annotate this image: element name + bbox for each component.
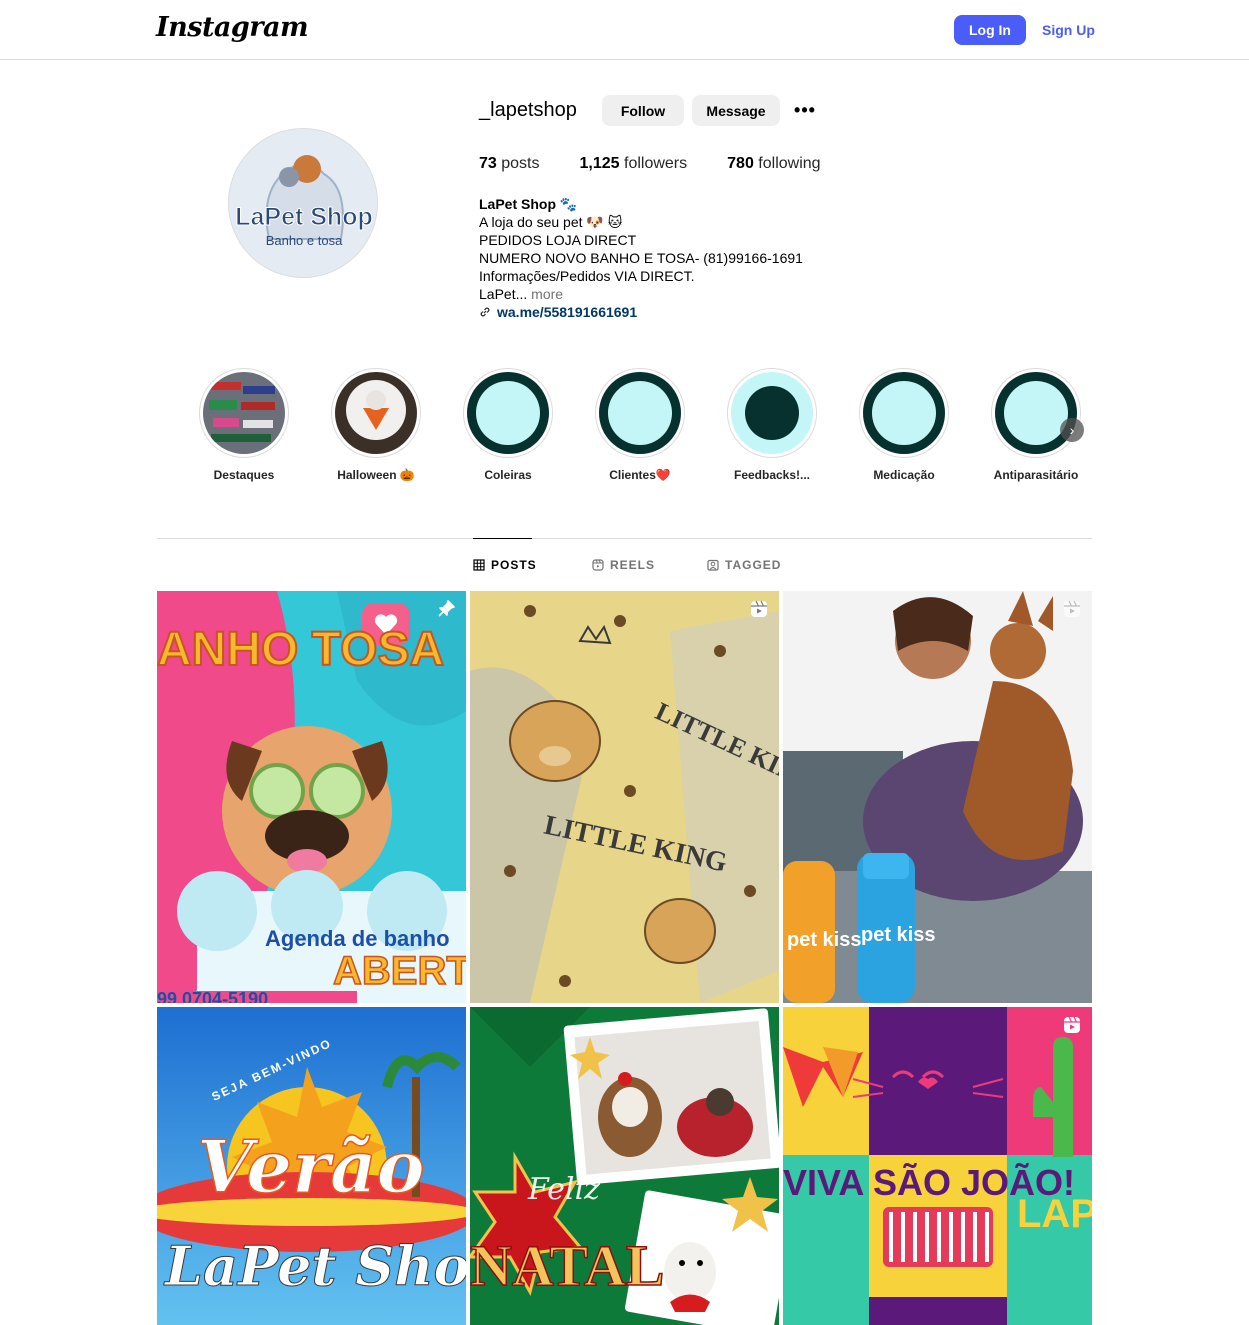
post-sub-text: ABERT (333, 949, 466, 993)
bio-line: PEDIDOS LOJA DIRECT (479, 232, 637, 248)
highlight-ring (991, 368, 1081, 458)
avatar-brand-text: LaPet Shop (235, 203, 373, 231)
tab-tagged[interactable]: TAGGED (707, 558, 781, 572)
highlight-cover (335, 372, 417, 454)
tab-tagged-label: TAGGED (725, 558, 782, 572)
bio-line: Informações/Pedidos VIA DIRECT. (479, 268, 695, 284)
post-tile-sao-joao[interactable]: VIVA SÃO JOÃO! LAPET SHOP (783, 1007, 1092, 1325)
bio-line: A loja do seu pet 🐶 🐱 (479, 214, 623, 230)
post-feliz-text: Feliz (527, 1172, 600, 1207)
highlight-cover (599, 372, 681, 454)
grid-icon (473, 559, 485, 571)
chevron-right-icon[interactable]: › (1060, 418, 1084, 442)
highlight-label: Coleiras (484, 468, 532, 482)
post-brand-text: pet kiss (787, 929, 861, 951)
following-label: following (758, 155, 821, 172)
followers-label: followers (624, 155, 688, 172)
bio-more-button[interactable]: more (531, 286, 563, 302)
profile-username: _lapetshop (479, 99, 577, 121)
followers-count: 1,125 (579, 155, 620, 172)
highlight-feedbacks[interactable]: Feedbacks!... (724, 368, 820, 482)
highlight-destaques[interactable]: Destaques (196, 368, 292, 482)
following-count: 780 (727, 155, 754, 172)
highlight-label: Feedbacks!... (733, 468, 811, 482)
highlight-ring (331, 368, 421, 458)
posts-count: 73 (479, 155, 497, 172)
tab-posts[interactable]: POSTS (473, 558, 537, 572)
highlight-cover (467, 372, 549, 454)
story-highlights: Destaques Halloween 🎃 Coleiras Clientes❤… (196, 368, 1096, 488)
highlight-halloween[interactable]: Halloween 🎃 (328, 368, 424, 482)
highlight-coleiras[interactable]: Coleiras (460, 368, 556, 482)
post-tile-little-king[interactable]: LITTLE KING LITTLE KING (470, 591, 779, 1003)
post-caption-text: Agenda de banho (265, 926, 450, 951)
link-icon (480, 307, 490, 317)
bio-link[interactable]: wa.me/558191661691 (479, 303, 803, 321)
signup-button[interactable]: Sign Up (1036, 15, 1101, 45)
reel-icon (1064, 1016, 1080, 1033)
highlight-ring (463, 368, 553, 458)
posts-label: posts (501, 155, 540, 172)
profile-full-name: LaPet Shop 🐾 (479, 196, 578, 212)
highlight-cover (731, 372, 813, 454)
bio-truncated-text: LaPet... (479, 286, 528, 302)
reel-icon (751, 600, 767, 617)
tag-icon (707, 559, 719, 571)
login-button[interactable]: Log In (954, 15, 1026, 45)
post-tile-natal[interactable]: Feliz NATAL (470, 1007, 779, 1325)
reels-icon (592, 559, 604, 571)
highlight-label: Halloween 🎃 (337, 468, 415, 482)
pin-icon (438, 600, 455, 617)
more-options-icon[interactable]: ••• (792, 98, 818, 122)
top-nav: Instagram Log In Sign Up (0, 0, 1249, 60)
highlight-medicacao[interactable]: Medicação (856, 368, 952, 482)
message-button[interactable]: Message (692, 95, 780, 126)
tab-reels[interactable]: REELS (592, 558, 655, 572)
profile-bio: LaPet Shop 🐾 A loja do seu pet 🐶 🐱 PEDID… (479, 195, 803, 321)
post-title-text: Verão (197, 1124, 425, 1209)
highlight-cover (203, 372, 285, 454)
post-tile-pet-kiss[interactable]: pet kiss pet kiss (783, 591, 1092, 1003)
highlight-ring (727, 368, 817, 458)
bio-line-truncated: LaPet... more (479, 285, 803, 303)
highlight-label: Clientes❤️ (609, 468, 671, 482)
bio-line: NUMERO NOVO BANHO E TOSA- (81)99166-1691 (479, 250, 803, 266)
bio-link-text: wa.me/558191661691 (497, 304, 638, 320)
posts-stat: 73 posts (479, 155, 540, 173)
following-stat[interactable]: 780 following (727, 155, 820, 173)
post-phone-text: 99 0704-5190 (157, 989, 268, 1003)
post-tile-banho-tosa[interactable]: ANHO TOSA Agenda de banho ABERT 99 0704-… (157, 591, 466, 1003)
highlight-label: Destaques (213, 468, 275, 482)
followers-stat[interactable]: 1,125 followers (580, 155, 688, 173)
avatar-tagline-text: Banho e tosa (266, 233, 343, 248)
highlight-cover (995, 372, 1077, 454)
highlight-clientes[interactable]: Clientes❤️ (592, 368, 688, 482)
post-sub-text: LaPet Shop (163, 1234, 466, 1298)
highlight-label: Antiparasitário (993, 468, 1079, 482)
instagram-logo[interactable]: Instagram (156, 12, 309, 43)
tab-reels-label: REELS (610, 558, 656, 572)
follow-button[interactable]: Follow (602, 95, 684, 126)
highlight-cover (863, 372, 945, 454)
highlight-ring (859, 368, 949, 458)
tabs-divider (157, 538, 1092, 539)
reel-icon (1064, 600, 1080, 617)
profile-avatar[interactable]: LaPet Shop Banho e tosa (228, 128, 378, 278)
tab-posts-label: POSTS (491, 558, 537, 572)
post-title-text: ANHO TOSA (157, 623, 444, 676)
active-tab-indicator (473, 538, 532, 539)
highlight-label: Medicação (873, 468, 935, 482)
post-brand-text: LAPET SHOP (1017, 1192, 1092, 1236)
highlight-ring (199, 368, 289, 458)
profile-stats: 73 posts 1,125 followers 780 following (479, 155, 861, 173)
post-tile-verao[interactable]: SEJA BEM-VINDO Verão LaPet Shop (157, 1007, 466, 1325)
post-title-text: NATAL (470, 1233, 664, 1298)
post-brand-text: pet kiss (861, 924, 935, 946)
highlight-ring (595, 368, 685, 458)
